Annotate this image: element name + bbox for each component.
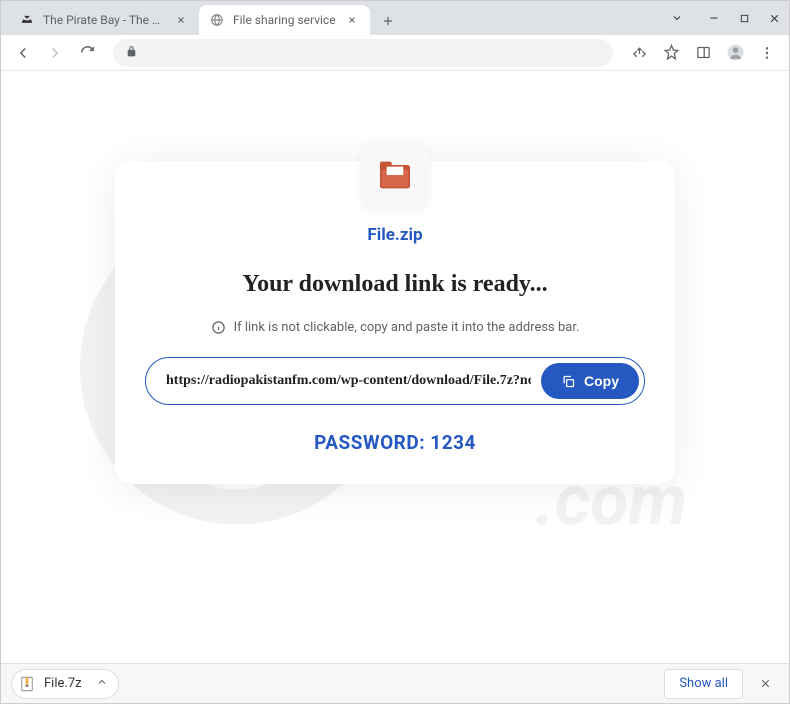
chevron-down-icon[interactable]	[667, 1, 687, 35]
show-all-button[interactable]: Show all	[664, 669, 743, 699]
tab-title: The Pirate Bay - The galaxy's mo	[43, 13, 165, 27]
titlebar: The Pirate Bay - The galaxy's mo File sh…	[1, 1, 789, 35]
archive-icon	[18, 675, 36, 693]
close-window-button[interactable]	[759, 1, 789, 35]
hint-row: If link is not clickable, copy and paste…	[211, 320, 580, 335]
folder-icon	[375, 155, 415, 195]
minimize-button[interactable]	[699, 1, 729, 35]
copy-icon	[561, 374, 576, 389]
back-button[interactable]	[9, 39, 37, 67]
tab-file-sharing[interactable]: File sharing service	[199, 5, 370, 35]
toolbar	[1, 35, 789, 71]
download-item[interactable]: File.7z	[11, 669, 119, 699]
reload-button[interactable]	[73, 39, 101, 67]
password-row: PASSWORD: 1234	[314, 431, 476, 454]
copy-label: Copy	[584, 373, 619, 389]
file-icon-box	[361, 141, 429, 209]
page-content: pcrisk .com File.zip Your download link …	[1, 71, 789, 663]
maximize-button[interactable]	[729, 1, 759, 35]
menu-icon[interactable]	[753, 39, 781, 67]
tab-title: File sharing service	[233, 13, 336, 27]
download-card: File.zip Your download link is ready... …	[115, 161, 675, 484]
hint-text: If link is not clickable, copy and paste…	[234, 320, 580, 335]
share-icon[interactable]	[625, 39, 653, 67]
show-all-label: Show all	[679, 676, 728, 691]
page-body: File.zip Your download link is ready... …	[1, 71, 789, 484]
download-bar: File.7z Show all	[1, 663, 789, 703]
window-controls	[667, 1, 789, 35]
heading: Your download link is ready...	[242, 271, 547, 298]
globe-icon	[209, 12, 225, 28]
password-value: 1234	[430, 431, 476, 454]
password-label: PASSWORD:	[314, 431, 425, 454]
forward-button[interactable]	[41, 39, 69, 67]
close-bar-button[interactable]	[751, 670, 779, 698]
browser-window: The Pirate Bay - The galaxy's mo File sh…	[0, 0, 790, 704]
file-name: File.zip	[367, 225, 422, 245]
download-url[interactable]: https://radiopakistanfm.com/wp-content/d…	[166, 373, 531, 389]
lock-icon	[125, 43, 138, 62]
side-panel-icon[interactable]	[689, 39, 717, 67]
copy-button[interactable]: Copy	[541, 363, 639, 399]
link-row: https://radiopakistanfm.com/wp-content/d…	[145, 357, 645, 405]
bookmark-icon[interactable]	[657, 39, 685, 67]
tab-piratebay[interactable]: The Pirate Bay - The galaxy's mo	[9, 5, 199, 35]
profile-icon[interactable]	[721, 39, 749, 67]
info-icon	[211, 320, 226, 335]
close-icon[interactable]	[173, 12, 189, 28]
chevron-up-icon[interactable]	[96, 676, 108, 692]
new-tab-button[interactable]	[374, 7, 402, 35]
close-icon[interactable]	[344, 12, 360, 28]
address-bar[interactable]	[113, 39, 613, 67]
ship-icon	[19, 12, 35, 28]
tab-strip: The Pirate Bay - The galaxy's mo File sh…	[1, 1, 402, 35]
download-file-name: File.7z	[44, 676, 82, 691]
